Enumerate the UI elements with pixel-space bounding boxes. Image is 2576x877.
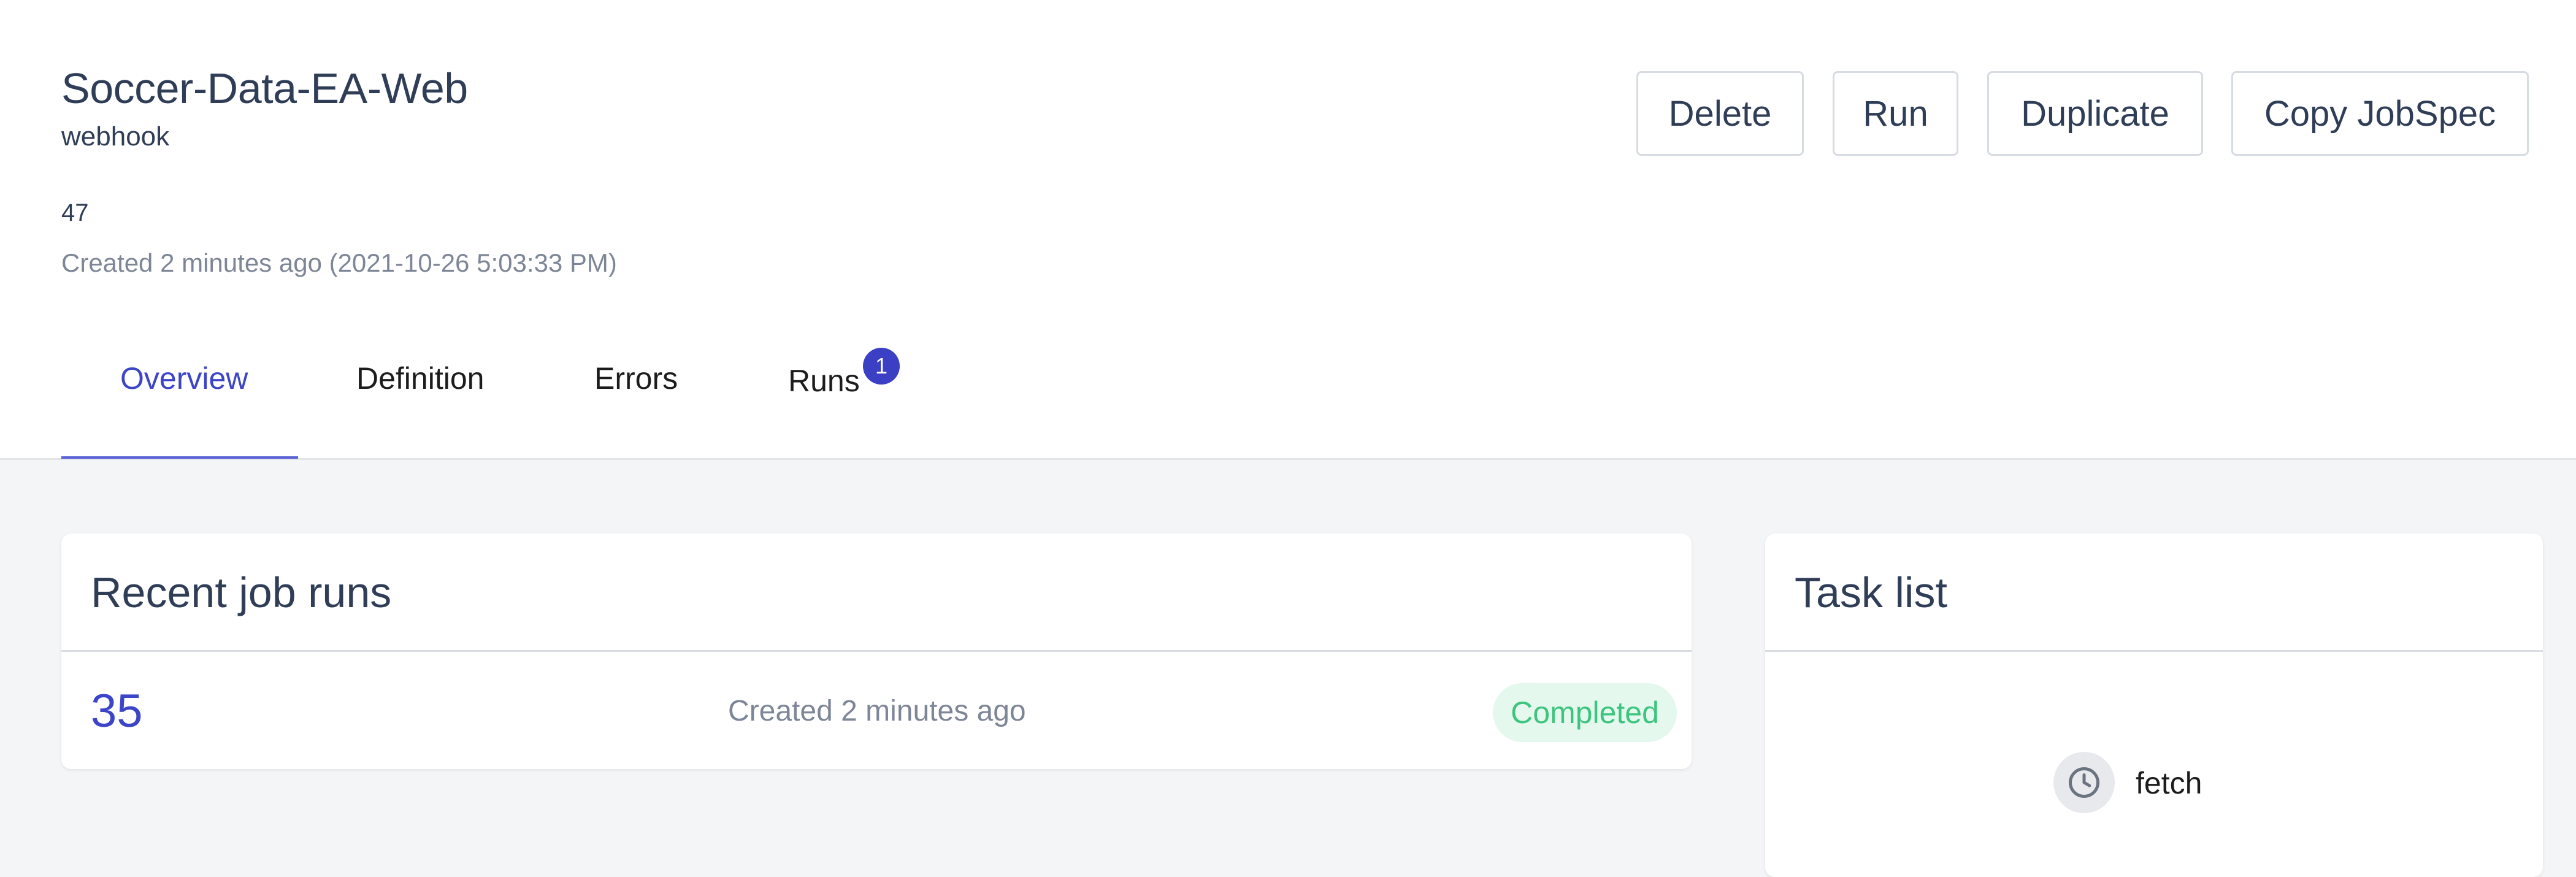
- run-id-link[interactable]: 35: [91, 684, 143, 738]
- tab-definition[interactable]: Definition: [356, 361, 484, 396]
- task-name: fetch: [2136, 766, 2202, 800]
- tab-runs[interactable]: Runs: [788, 363, 860, 399]
- job-type: webhook: [61, 121, 170, 151]
- copy-jobspec-button[interactable]: Copy JobSpec: [2231, 71, 2529, 156]
- task-list-card: Task list fetch: [1765, 534, 2543, 877]
- status-badge: Completed: [1493, 683, 1677, 742]
- run-button[interactable]: Run: [1833, 71, 1958, 156]
- task-list-title: Task list: [1795, 569, 1947, 616]
- duplicate-button[interactable]: Duplicate: [1987, 71, 2203, 156]
- active-tab-indicator: [61, 456, 298, 459]
- clock-icon: [2053, 752, 2115, 813]
- card-divider: [1765, 650, 2543, 652]
- job-title: Soccer-Data-EA-Web: [61, 64, 468, 112]
- runs-count-badge: 1: [863, 348, 900, 385]
- recent-job-runs-card: Recent job runs 35 Created 2 minutes ago…: [61, 534, 1692, 769]
- delete-button[interactable]: Delete: [1636, 71, 1804, 156]
- tab-overview[interactable]: Overview: [120, 361, 248, 396]
- card-divider: [61, 650, 1692, 652]
- job-created-time: Created 2 minutes ago (2021-10-26 5:03:3…: [61, 248, 617, 277]
- job-header: Soccer-Data-EA-Web webhook 47 Created 2 …: [0, 0, 2576, 460]
- run-created-time: Created 2 minutes ago: [728, 695, 1026, 727]
- job-id: 47: [61, 199, 89, 226]
- tab-errors[interactable]: Errors: [594, 361, 678, 396]
- recent-job-runs-title: Recent job runs: [91, 569, 392, 616]
